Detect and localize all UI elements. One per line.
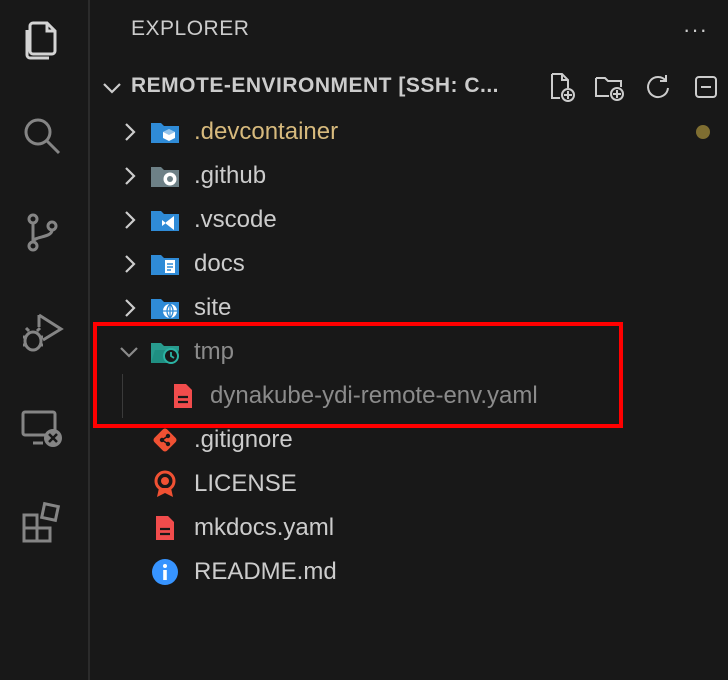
collapse-all-icon[interactable] [684,70,728,104]
folder-github-icon [151,167,179,187]
section-actions [540,70,728,104]
license-badge-icon [154,470,176,497]
folder-vscode-icon [151,211,179,231]
explorer-panel: EXPLORER ··· REMOTE-ENVIRONMENT [SSH: C.… [90,0,728,680]
tree-item-label: docs [194,250,245,277]
tree-item-devcontainer[interactable]: .devcontainer [90,110,728,154]
tree-item-label: .github [194,162,267,189]
extensions-icon[interactable] [16,498,68,550]
chevron-right-icon [125,211,136,229]
activity-bar [0,0,90,680]
tree-item-label: .gitignore [194,426,293,453]
info-icon [152,559,178,585]
tree-item-docs[interactable]: docs [90,242,728,286]
workspace-title: REMOTE-ENVIRONMENT [SSH: C... [131,74,500,97]
source-control-icon[interactable] [16,206,68,258]
chevron-right-icon [125,299,136,317]
chevron-right-icon [125,167,136,185]
folder-docs-icon [151,255,179,275]
tree-item-label: dynakube-ydi-remote-env.yaml [210,382,538,409]
indent-guide [122,374,123,418]
modified-dot-icon [696,125,710,139]
git-file-icon [153,428,177,452]
chevron-right-icon [125,123,136,141]
tree-item-label: .vscode [194,206,277,233]
tree-item-label: mkdocs.yaml [194,514,335,541]
folder-devcontainer-icon [151,123,179,143]
yaml-file-icon [156,516,174,540]
tree-item-mkdocs-yaml[interactable]: mkdocs.yaml [90,506,728,550]
tree-item-site[interactable]: site [90,286,728,330]
folder-tmp-clock-icon [151,343,179,364]
explorer-title: EXPLORER [131,17,250,40]
explorer-files-icon[interactable] [16,14,68,66]
workspace-section-header[interactable]: REMOTE-ENVIRONMENT [SSH: C... [90,64,728,110]
run-debug-icon[interactable] [16,306,68,358]
chevron-down-icon [120,347,138,358]
file-tree: .devcontainer .github .vscode docs site … [90,110,728,594]
new-file-icon[interactable] [540,70,584,104]
tree-item-label: .devcontainer [194,118,339,145]
chevron-down-icon [103,83,121,94]
search-icon[interactable] [16,110,68,162]
folder-site-globe-icon [151,299,179,319]
tree-item-label: LICENSE [194,470,297,497]
tree-item-label: site [194,294,232,321]
remote-explorer-icon[interactable] [16,402,68,454]
tree-item-readme[interactable]: README.md [90,550,728,594]
tree-item-license[interactable]: LICENSE [90,462,728,506]
chevron-right-icon [125,255,136,273]
tree-item-vscode[interactable]: .vscode [90,198,728,242]
refresh-icon[interactable] [636,70,680,104]
tree-item-label: README.md [194,558,337,585]
more-actions-icon[interactable]: ··· [683,17,708,43]
tree-item-label: tmp [194,338,235,365]
yaml-file-icon [174,384,192,408]
tree-item-gitignore[interactable]: .gitignore [90,418,728,462]
tree-item-github[interactable]: .github [90,154,728,198]
new-folder-icon[interactable] [588,70,632,104]
tree-item-tmp[interactable]: tmp [90,330,728,374]
tree-item-dynakube-yaml[interactable]: dynakube-ydi-remote-env.yaml [90,374,728,418]
